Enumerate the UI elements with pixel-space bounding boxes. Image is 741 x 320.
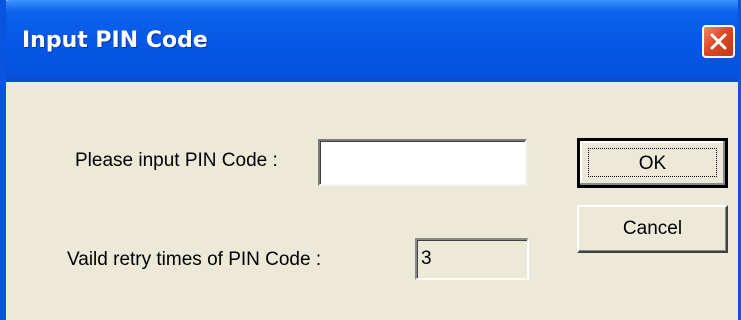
close-button[interactable] (702, 25, 735, 58)
close-icon (710, 33, 727, 50)
ok-button[interactable]: OK (577, 138, 728, 188)
retry-label: Vaild retry times of PIN Code : (67, 249, 322, 270)
pin-input[interactable] (318, 139, 527, 186)
retry-count-field: 3 (415, 238, 529, 280)
ok-button-label: OK (588, 148, 717, 177)
dialog-window: Input PIN Code Please input PIN Code : V… (0, 0, 741, 320)
window-title: Input PIN Code (22, 28, 208, 53)
pin-label: Please input PIN Code : (75, 150, 278, 171)
title-bar[interactable]: Input PIN Code (6, 0, 738, 82)
cancel-button[interactable]: Cancel (577, 205, 728, 253)
